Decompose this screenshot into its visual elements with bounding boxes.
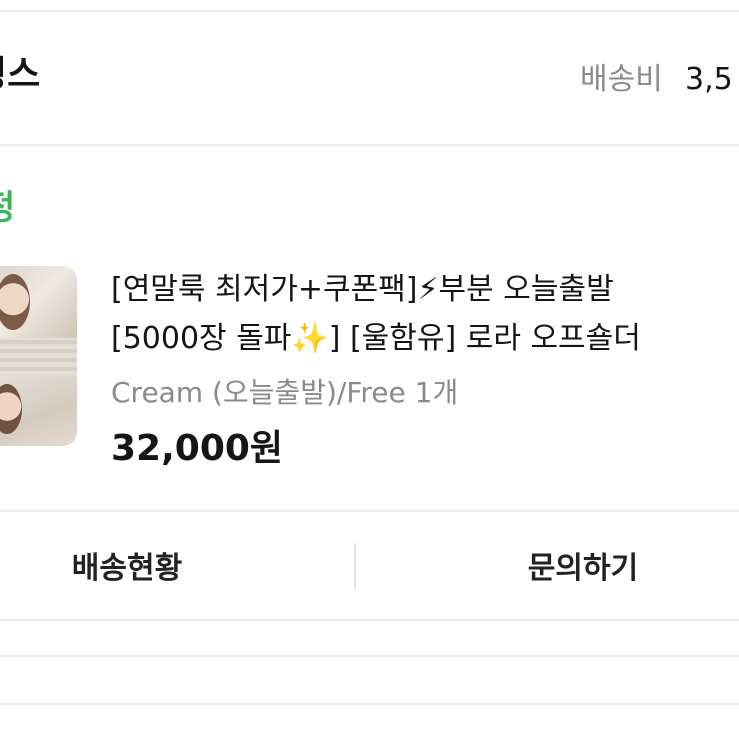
delivery-status-button[interactable]: 배송현황 [0, 512, 254, 618]
thumbnail-fabric [0, 338, 77, 376]
product-option: Cream (오늘출발)/Free 1개 [111, 376, 459, 409]
header-divider [0, 144, 739, 146]
product-thumbnail[interactable] [0, 266, 77, 446]
product-price: 32,000원 [111, 428, 284, 469]
top-divider [0, 10, 739, 12]
actions-bottom-divider [0, 619, 739, 621]
product-title-line-1[interactable]: [연말룩 최저가+쿠폰팩]⚡부분 오늘출발 [111, 269, 739, 311]
inquiry-button[interactable]: 문의하기 [458, 512, 708, 618]
shipping-fee-label: 배송비 [580, 62, 663, 97]
order-status: 정 [0, 186, 15, 230]
product-title-line-2[interactable]: [5000장 돌파✨] [울함유] 로라 오프숄더 [111, 318, 739, 360]
bottom-divider [0, 703, 739, 705]
action-divider [354, 543, 356, 589]
shipping-fee-value: 3,5 [685, 62, 733, 97]
section-divider [0, 655, 739, 657]
shop-name[interactable]: 빙스 [0, 50, 40, 100]
